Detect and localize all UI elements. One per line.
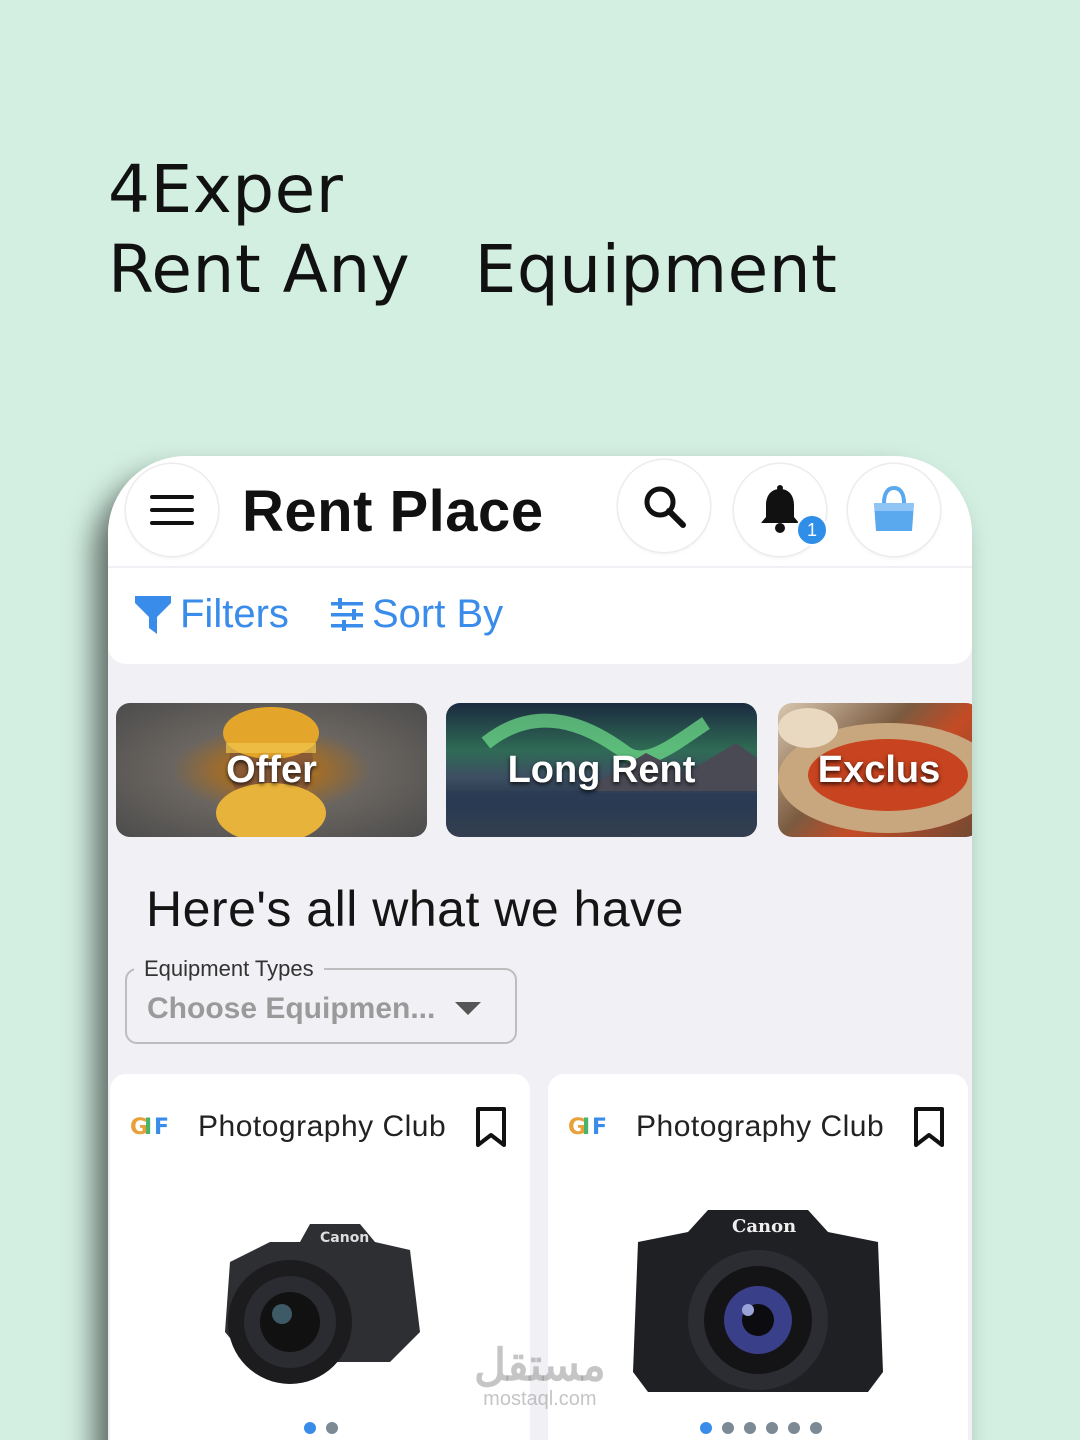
pager-dot[interactable] bbox=[744, 1422, 756, 1434]
phone-screen: Rent Place 1 Filters Sort By Offer Long … bbox=[108, 456, 972, 1440]
pager-dot[interactable] bbox=[788, 1422, 800, 1434]
club-name: Photography Club bbox=[198, 1110, 447, 1143]
headline-brand: 4Exper bbox=[108, 151, 344, 228]
funnel-icon bbox=[135, 595, 171, 634]
headline: 4Exper Rent Any Equipment bbox=[108, 150, 837, 310]
search-icon bbox=[644, 486, 686, 528]
image-pager bbox=[700, 1422, 822, 1434]
notification-badge: 1 bbox=[796, 514, 828, 546]
svg-text:I: I bbox=[144, 1115, 152, 1140]
watermark-arabic: مستقل bbox=[474, 1341, 606, 1390]
club-logo: G I F bbox=[128, 1110, 174, 1142]
filters-button[interactable]: Filters bbox=[134, 592, 289, 637]
menu-button[interactable] bbox=[126, 464, 218, 556]
pager-dot[interactable] bbox=[766, 1422, 778, 1434]
app-title: Rent Place bbox=[242, 479, 544, 544]
watermark: مستقل mostaql.com bbox=[474, 1344, 606, 1411]
bookmark-icon[interactable] bbox=[474, 1106, 508, 1148]
category-offer[interactable]: Offer bbox=[116, 703, 427, 837]
top-app-bar: Rent Place 1 bbox=[108, 456, 972, 566]
camera-image: Canon bbox=[225, 1224, 420, 1384]
pager-dot[interactable] bbox=[700, 1422, 712, 1434]
section-title: Here's all what we have bbox=[146, 881, 684, 937]
camera-brand: Canon bbox=[320, 1230, 369, 1246]
search-button[interactable] bbox=[618, 460, 710, 552]
filter-bar: Filters Sort By bbox=[108, 568, 972, 664]
sort-by-button[interactable]: Sort By bbox=[330, 592, 503, 637]
equipment-card[interactable]: G I F Photography Club Canon bbox=[110, 1074, 530, 1440]
hamburger-menu-icon bbox=[150, 495, 194, 525]
cart-button[interactable] bbox=[848, 464, 940, 556]
club-name: Photography Club bbox=[636, 1110, 885, 1143]
headline-tagline: Rent Any Equipment bbox=[108, 231, 838, 308]
caret-down-icon bbox=[455, 1002, 481, 1015]
camera-brand: Canon bbox=[732, 1216, 796, 1237]
camera-image: Canon bbox=[633, 1210, 883, 1392]
pager-dot[interactable] bbox=[326, 1422, 338, 1434]
club-logo-icon: G I F bbox=[568, 1115, 607, 1140]
watermark-latin: mostaql.com bbox=[483, 1388, 597, 1410]
notifications-button[interactable]: 1 bbox=[734, 464, 828, 556]
sliders-icon bbox=[331, 597, 363, 631]
svg-text:I: I bbox=[582, 1115, 590, 1140]
category-long-rent[interactable]: Long Rent bbox=[446, 703, 757, 837]
sort-by-label: Sort By bbox=[372, 592, 504, 636]
svg-text:F: F bbox=[154, 1115, 169, 1140]
category-exclusive[interactable]: Exclus bbox=[778, 703, 972, 837]
category-label: Exclus bbox=[817, 748, 941, 791]
svg-text:F: F bbox=[592, 1115, 607, 1140]
equipment-types-label: Equipment Types bbox=[134, 956, 324, 982]
shopping-bag-icon bbox=[874, 485, 914, 531]
pager-dot[interactable] bbox=[722, 1422, 734, 1434]
pager-dot[interactable] bbox=[304, 1422, 316, 1434]
bookmark-icon[interactable] bbox=[912, 1106, 946, 1148]
category-label: Long Rent bbox=[507, 748, 696, 791]
category-label: Offer bbox=[226, 748, 317, 791]
filters-label: Filters bbox=[180, 592, 289, 636]
image-pager bbox=[304, 1422, 338, 1434]
club-logo: G I F bbox=[566, 1110, 612, 1142]
pager-dot[interactable] bbox=[810, 1422, 822, 1434]
equipment-types-value: Choose Equipmen... bbox=[147, 992, 436, 1025]
equipment-card[interactable]: G I F Photography Club Canon bbox=[548, 1074, 968, 1440]
club-logo-icon: G I F bbox=[130, 1115, 169, 1140]
